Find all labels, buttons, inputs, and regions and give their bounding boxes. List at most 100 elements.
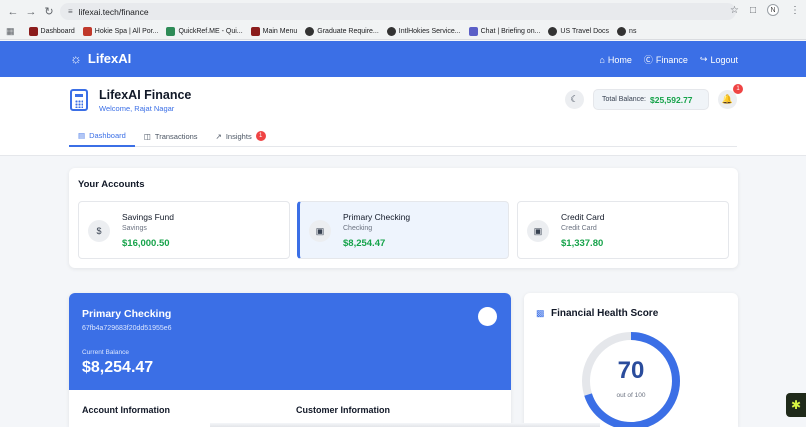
bookmark-item[interactable]: Dashboard [28,26,75,36]
account-info-heading: Account Information [82,405,170,415]
bookmark-label: Hokie Spa | All Por... [94,27,159,35]
health-score-value: 70 [617,357,645,384]
nav-home-label: Home [607,54,632,65]
bookmark-item[interactable]: Graduate Require... [305,26,379,36]
assistant-widget-button[interactable]: ✱ [786,393,806,417]
app-header: ☼ LifexAI ⌂ Home Ⓒ Finance ↪ Logout [0,41,806,77]
total-balance-pill: Total Balance: $25,592.77 [593,89,709,110]
bookmark-star-icon[interactable]: ☆ [730,5,739,16]
dashboard-icon: ▤ [78,130,86,140]
browser-menu-icon[interactable]: ⋮ [790,5,800,16]
bookmark-item[interactable]: Chat | Briefing on... [468,26,541,36]
current-balance-value: $8,254.47 [82,359,154,376]
tab-transactions[interactable]: ◫ Transactions [135,125,207,147]
home-icon: ⌂ [599,54,605,65]
accounts-card: Your Accounts $ Savings Fund Savings $16… [69,168,738,268]
bookmark-label: ns [629,27,637,35]
tab-dashboard[interactable]: ▤ Dashboard [69,125,135,147]
sparkle-icon: ✱ [790,398,802,412]
bar-chart-icon: ▩ [536,308,545,318]
trend-up-icon: ↗ [215,131,222,141]
address-bar[interactable]: ≡ lifexai.tech/finance [60,3,736,20]
bookmark-label: IntlHokies Service... [398,27,461,35]
card-icon: ▣ [527,220,549,242]
account-detail-title: Primary Checking [82,308,172,320]
calculator-icon [70,89,88,111]
url-text: lifexai.tech/finance [78,6,149,17]
health-score-scale: out of 100 [616,392,646,399]
bookmark-item[interactable]: Hokie Spa | All Por... [82,26,159,36]
bookmark-label: Main Menu [262,27,298,35]
bookmark-favicon-icon [28,26,38,36]
brand-logo[interactable]: ☼ LifexAI [70,51,131,66]
total-balance-label: Total Balance: [602,96,646,103]
globe-icon [305,26,315,36]
dollar-circle-icon: Ⓒ [643,55,653,65]
bookmark-item[interactable]: US Travel Docs [548,26,610,36]
forward-icon[interactable]: → [22,6,40,18]
bookmark-label: Graduate Require... [317,27,379,35]
account-detail-banner: Primary Checking 67fb4a729683f20dd51955e… [69,293,511,390]
bookmark-label: Dashboard [40,27,75,35]
moon-icon: ☾ [570,94,579,104]
tab-dashboard-label: Dashboard [89,130,126,140]
bookmark-item[interactable]: Main Menu [250,26,298,36]
tab-bar: ▤ Dashboard ◫ Transactions ↗ Insights 1 [69,125,737,147]
current-balance-label: Current Balance [82,349,129,356]
dollar-icon: $ [88,220,110,242]
tab-insights[interactable]: ↗ Insights 1 [207,125,275,147]
tab-transactions-label: Transactions [154,131,198,141]
bookmarks-bar: ▦ Dashboard Hokie Spa | All Por... Quick… [0,23,806,40]
page-title: LifexAI Finance [99,88,192,102]
account-toggle-button[interactable] [478,307,497,326]
account-type: Checking [343,225,373,232]
globe-icon [617,26,627,36]
bookmark-item[interactable]: ns [617,26,637,36]
account-balance: $1,337.80 [561,238,604,249]
reload-icon[interactable]: ↻ [40,5,58,18]
account-card-credit[interactable]: ▣ Credit Card Credit Card $1,337.80 [517,201,729,259]
nav-home[interactable]: ⌂ Home [599,53,631,66]
bookmark-label: US Travel Docs [560,27,610,35]
nav-logout[interactable]: ↪ Logout [700,53,738,66]
account-card-checking[interactable]: ▣ Primary Checking Checking $8,254.47 [297,201,509,259]
theme-toggle-button[interactable]: ☾ [565,90,584,109]
customer-info-heading: Customer Information [296,405,391,415]
financial-health-title: Financial Health Score [551,308,659,319]
bookmark-favicon-icon [468,26,478,36]
nav-logout-label: Logout [710,54,738,65]
bottom-shadow [210,423,600,427]
bookmark-favicon-icon [82,26,92,36]
card-icon: ▣ [309,220,331,242]
clipboard-icon: ◫ [143,131,151,141]
bookmark-item[interactable]: QuickRef.ME - Qui... [166,26,243,36]
tab-insights-label: Insights [225,131,252,141]
nav-finance-label: Finance [655,54,688,65]
nav-finance[interactable]: Ⓒ Finance [644,53,688,66]
account-type: Credit Card [561,225,597,232]
account-card-savings[interactable]: $ Savings Fund Savings $16,000.50 [78,201,290,259]
insights-badge: 1 [255,131,266,141]
extensions-icon[interactable]: □ [750,5,756,16]
logout-icon: ↪ [699,54,708,64]
globe-icon [386,26,396,36]
brand-name: LifexAI [87,51,132,66]
account-balance: $8,254.47 [343,238,386,249]
account-id: 67fb4a729683f20dd51955e6 [82,325,172,332]
browser-toolbar: ← → ↻ ≡ lifexai.tech/finance ☆ □ N ⋮ [0,0,806,23]
bell-icon: 🔔 [721,94,734,104]
bookmark-favicon-icon [250,26,260,36]
bookmark-label: Chat | Briefing on... [480,27,541,35]
account-balance: $16,000.50 [122,238,170,249]
bookmark-item[interactable]: IntlHokies Service... [386,26,461,36]
globe-icon [548,26,558,36]
bookmark-label: QuickRef.ME - Qui... [178,27,243,35]
notification-badge: 1 [733,84,743,94]
accounts-title: Your Accounts [78,179,145,190]
apps-grid-icon[interactable]: ▦ [6,26,15,37]
profile-avatar[interactable]: N [767,4,779,16]
account-type: Savings [122,225,147,232]
account-name: Credit Card [561,212,605,222]
back-icon[interactable]: ← [4,6,22,18]
site-settings-icon[interactable]: ≡ [68,7,73,16]
